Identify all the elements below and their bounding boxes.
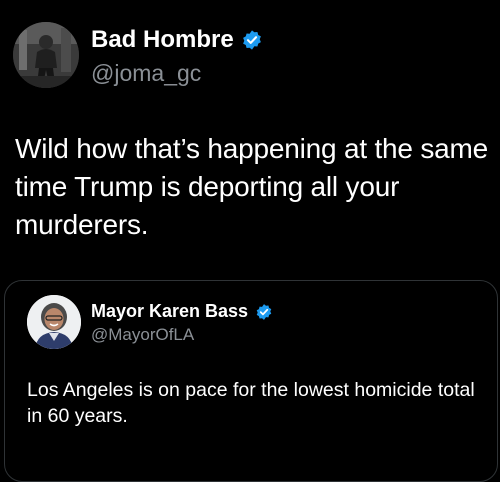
quoted-tweet[interactable]: Mayor Karen Bass @MayorOfLA Los Angeles … — [4, 280, 498, 482]
tweet[interactable]: Bad Hombre @joma_gc Wild how that’s happ… — [0, 0, 500, 482]
avatar-image — [13, 22, 79, 88]
quoted-tweet-text: Los Angeles is on pace for the lowest ho… — [27, 379, 475, 427]
avatar[interactable] — [13, 22, 79, 88]
author-handle[interactable]: @joma_gc — [91, 60, 201, 87]
verified-badge-icon — [255, 303, 273, 321]
author-name-row[interactable]: Bad Hombre — [91, 26, 263, 54]
quoted-author-name-row[interactable]: Mayor Karen Bass — [91, 301, 273, 322]
author-name[interactable]: Bad Hombre — [91, 26, 234, 54]
verified-badge-icon — [241, 29, 263, 51]
quoted-avatar[interactable] — [27, 295, 81, 349]
quoted-author-name[interactable]: Mayor Karen Bass — [91, 301, 248, 322]
quoted-avatar-image — [27, 295, 81, 349]
tweet-text: Wild how that’s happening at the same ti… — [15, 133, 489, 240]
quoted-author-handle[interactable]: @MayorOfLA — [91, 325, 194, 345]
